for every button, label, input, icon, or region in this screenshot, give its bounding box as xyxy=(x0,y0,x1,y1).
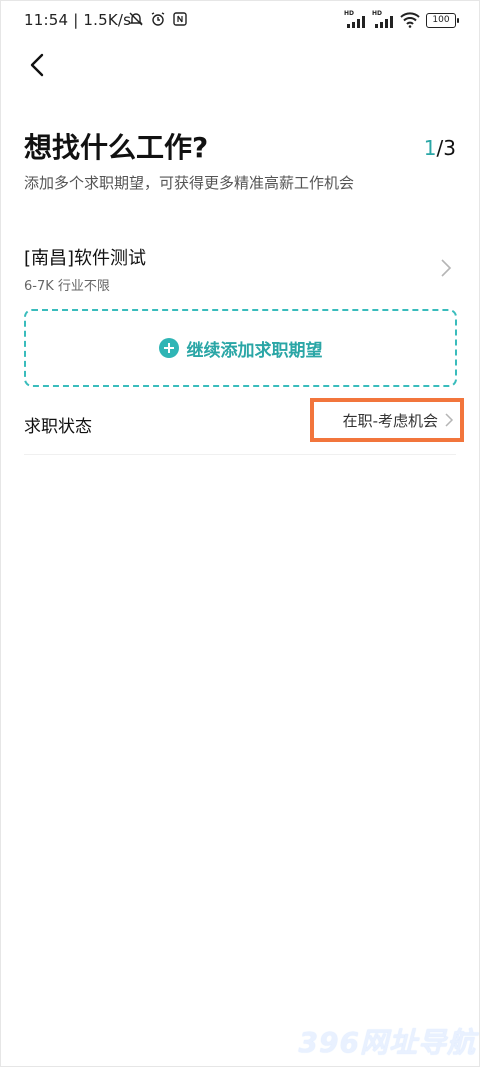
status-bar: 11:54 | 1.5K/s HD HD 100 xyxy=(0,0,480,42)
alarm-icon xyxy=(151,12,165,26)
mute-bell-icon xyxy=(129,12,143,26)
job-expectation-item[interactable]: [南昌]软件测试 6-7K 行业不限 xyxy=(24,236,456,298)
status-right-icons: HD HD 100 xyxy=(344,11,459,29)
job-status-row[interactable]: 求职状态 在职-考虑机会 xyxy=(24,396,464,455)
signal-1-icon: HD xyxy=(344,11,366,29)
job-expectation-title: [南昌]软件测试 xyxy=(24,248,147,269)
watermark: 396网址导航 xyxy=(298,1026,476,1059)
job-expectation-detail: 6-7K 行业不限 xyxy=(24,279,110,294)
job-status-label: 求职状态 xyxy=(24,417,92,437)
signal-2-icon: HD xyxy=(372,11,394,29)
wifi-icon xyxy=(400,12,420,28)
job-status-selector[interactable]: 在职-考虑机会 xyxy=(310,398,464,442)
status-left-icons xyxy=(128,11,188,27)
page-subtitle: 添加多个求职期望，可获得更多精准高薪工作机会 xyxy=(24,174,355,192)
page-title: 想找什么工作? xyxy=(24,131,209,164)
battery-icon: 100 xyxy=(426,12,459,28)
add-job-expectation-button[interactable]: 继续添加求职期望 xyxy=(24,309,457,387)
chevron-right-icon xyxy=(441,259,452,277)
step-indicator: 1/3 xyxy=(423,136,456,160)
plus-circle-icon xyxy=(158,338,179,358)
back-button[interactable] xyxy=(24,50,52,80)
status-time: 11:54 | 1.5K/s xyxy=(24,11,132,29)
job-status-value: 在职-考虑机会 xyxy=(342,411,438,430)
chevron-left-icon xyxy=(30,53,44,77)
chevron-right-icon xyxy=(445,413,454,427)
add-job-expectation-label: 继续添加求职期望 xyxy=(186,340,323,361)
nfc-icon xyxy=(173,12,187,26)
